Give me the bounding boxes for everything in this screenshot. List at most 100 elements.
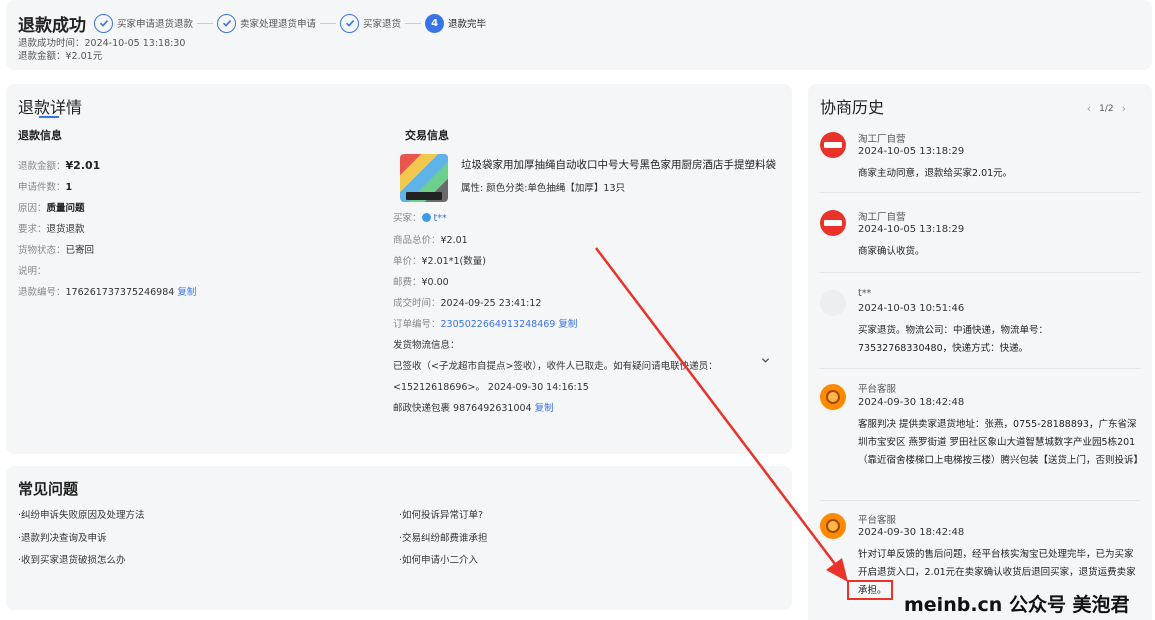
history-message: 客服判决 提供卖家退货地址：张燕，0755-28188893，广东省深圳市宝安区… [858,419,1144,466]
check-icon [340,13,360,33]
field-key: 订单编号： [393,319,441,330]
customer-service-avatar [820,384,846,410]
faq-link[interactable]: ·纠纷申诉失败原因及处理方法 [18,507,145,521]
check-icon [217,13,237,33]
faq-link[interactable]: ·如何投诉异常订单? [399,507,483,521]
refund-detail-card: 退款详情 退款信息 退款金额：¥2.01 申请件数：1 原因：质量问题 要求：退… [6,84,792,454]
unit-price-row: 单价：¥2.01*1(数量) [393,253,486,267]
product-thumbnail[interactable] [400,154,448,202]
taobao-buyer-icon [421,213,431,222]
field-key: 商品总价： [393,235,441,246]
divider [820,272,1140,273]
refund-number: 176261737375246984 [65,287,175,298]
field-key: 说明： [18,266,47,277]
step-1: 买家申请退货退款 [94,13,194,33]
step-3: 买家退货 [340,13,402,33]
reason-row: 原因：质量问题 [18,200,85,214]
field-value: 已寄回 [65,245,95,256]
seller-avatar [820,210,846,236]
step-connector [320,22,337,24]
step-3-label: 买家退货 [363,19,402,30]
total-price-row: 商品总价：¥2.01 [393,232,468,246]
goods-status-row: 货物状态：已寄回 [18,242,94,256]
history-time: 2024-10-03 10:51:46 [858,303,965,314]
copy-refund-number-link[interactable]: 复制 [177,287,196,298]
field-key: 货物状态： [18,245,66,256]
seller-avatar [820,132,846,158]
title-underline [39,116,59,118]
refund-info-heading: 退款信息 [18,129,62,142]
step-1-label: 买家申请退货退款 [117,19,194,30]
buyer-row: 买家： t** [393,210,447,224]
product-attributes: 属性: 颜色分类:单色抽绳【加厚】13只 [461,183,626,194]
faq-card: 常见问题 ·纠纷申诉失败原因及处理方法 ·如何投诉异常订单? ·退款判决查询及申… [6,466,792,610]
buyer-avatar-robot-icon [820,290,846,316]
divider [820,368,1140,369]
field-value: 退货退款 [46,224,85,235]
divider [820,500,1140,501]
refund-success-time: 退款成功时间：2024-10-05 13:18:30 [18,38,186,49]
history-time: 2024-09-30 18:42:48 [858,397,965,408]
history-author: t** [858,288,872,299]
step-number-badge: 4 [425,13,445,33]
next-page-button[interactable]: › [1114,102,1134,115]
refund-number-row: 退款编号：176261737375246984 复制 [18,284,196,298]
faq-link[interactable]: ·收到买家退货破损怎么办 [18,552,126,566]
refund-status-title: 退款成功 [18,16,86,36]
history-pager: ‹ 1/2 › [1079,102,1134,115]
order-number-row: 订单编号：2305022664913248469 复制 [393,316,577,330]
history-author: 淘工厂自营 [858,134,906,145]
order-number-link[interactable]: 2305022664913248469 [441,319,556,330]
field-key: 成交时间： [393,298,441,309]
refund-amount: 退款金额：¥2.01元 [18,51,103,62]
field-value: ¥0.00 [421,277,449,288]
copy-tracking-link[interactable]: 复制 [535,403,554,414]
field-key: 退款编号： [18,287,66,298]
refund-detail-title: 退款详情 [18,98,83,117]
faq-link[interactable]: ·交易纠纷邮费谁承担 [399,530,488,544]
product-name-link[interactable]: 垃圾袋家用加厚抽绳自动收口中号大号黑色家用厨房酒店手提塑料袋 [461,157,776,172]
progress-steps: 买家申请退货退款 卖家处理退货申请 买家退货 4 退款完毕 [94,12,486,34]
history-author: 平台客服 [858,384,897,395]
history-time: 2024-10-05 13:18:29 [858,224,965,235]
buyer-name-link[interactable]: t** [434,213,447,224]
history-message: 商家主动同意，退款给买家2.01元。 [858,168,1013,179]
negotiation-history-card: 协商历史 ‹ 1/2 › 淘工厂自营 2024-10-05 13:18:29 商… [808,84,1152,620]
step-connector [197,22,214,24]
step-4: 4 退款完毕 [425,13,487,33]
history-author: 平台客服 [858,515,897,526]
field-key: 申请件数： [18,182,66,193]
annotation-highlight-box [847,580,893,600]
faq-title: 常见问题 [18,480,79,498]
customer-service-avatar [820,513,846,539]
faq-link[interactable]: ·退款判决查询及申诉 [18,530,107,544]
tracking-number: 邮政快递包裹 9876492631004 [393,403,532,414]
step-2: 卖家处理退货申请 [217,13,316,33]
field-key: 退款金额： [18,161,66,172]
field-key: 单价： [393,256,422,267]
field-value: ¥2.01*1(数量) [421,256,486,267]
field-key: 原因： [18,203,47,214]
step-4-label: 退款完毕 [448,19,487,30]
trade-info-heading: 交易信息 [405,129,449,142]
history-author: 淘工厂自营 [858,212,906,223]
tracking-row: 邮政快递包裹 9876492631004 复制 [393,400,554,414]
chevron-down-icon[interactable] [761,356,770,365]
refund-status-header: 退款成功 买家申请退货退款 卖家处理退货申请 买家退货 4 退款完毕 退款成功时… [6,0,1152,70]
shipping-fee-row: 邮费：¥0.00 [393,274,449,288]
logistics-status-line2: <15212618696>。 2024-09-30 14:16:15 [393,382,589,393]
page-indicator: 1/2 [1099,103,1114,114]
prev-page-button[interactable]: ‹ [1079,102,1099,115]
copy-order-number-link[interactable]: 复制 [558,319,577,330]
field-key: 要求： [18,224,47,235]
faq-link[interactable]: ·如何申请小二介入 [399,552,478,566]
quantity-row: 申请件数：1 [18,179,72,193]
field-value: 2024-09-25 23:41:12 [440,298,542,309]
deal-time-row: 成交时间：2024-09-25 23:41:12 [393,295,541,309]
watermark-text: meinb.cn 公众号 美泡君 [904,594,1130,616]
logistics-label: 发货物流信息： [393,340,460,351]
note-row: 说明： [18,263,47,277]
field-value: 1 [65,182,73,193]
field-value: ¥2.01 [440,235,468,246]
request-row: 要求：退货退款 [18,221,85,235]
